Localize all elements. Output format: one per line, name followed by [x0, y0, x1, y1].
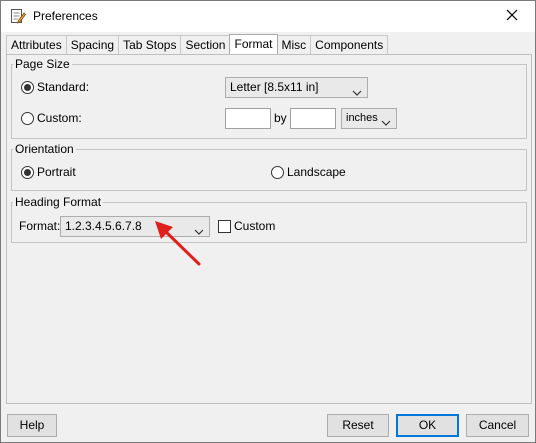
heading-format-select[interactable]: 1.2.3.4.5.6.7.8 — [60, 216, 210, 237]
title-bar: Preferences — [1, 1, 535, 32]
tab-section[interactable]: Section — [180, 35, 231, 54]
page-size-title: Page Size — [13, 57, 72, 71]
portrait-label: Portrait — [37, 165, 76, 179]
tab-misc[interactable]: Misc — [276, 35, 312, 54]
format-label: Format: — [19, 219, 61, 233]
unit-value: inches — [346, 112, 378, 124]
reset-button[interactable]: Reset — [327, 414, 389, 437]
standard-label: Standard: — [37, 80, 90, 94]
landscape-label: Landscape — [287, 165, 346, 179]
ok-button[interactable]: OK — [396, 414, 459, 437]
standard-radio[interactable] — [21, 81, 34, 94]
preferences-dialog: Preferences Attributes Spacing Tab Stops… — [0, 0, 536, 443]
tab-spacing[interactable]: Spacing — [65, 35, 120, 54]
heading-format-title: Heading Format — [13, 195, 104, 209]
tab-components[interactable]: Components — [310, 35, 389, 54]
unit-select[interactable]: inches — [341, 108, 397, 129]
chevron-down-icon — [352, 84, 362, 96]
document-edit-icon — [10, 8, 27, 24]
tab-tab-stops[interactable]: Tab Stops — [118, 35, 182, 54]
portrait-radio[interactable] — [21, 166, 34, 179]
help-button[interactable]: Help — [7, 414, 57, 437]
chevron-down-icon — [194, 223, 204, 235]
custom-width-input[interactable] — [225, 108, 271, 129]
cancel-button[interactable]: Cancel — [466, 414, 529, 437]
custom-format-checkbox[interactable] — [218, 220, 231, 233]
close-icon — [506, 9, 518, 24]
tab-attributes[interactable]: Attributes — [6, 35, 67, 54]
heading-format-group: Heading Format Format: 1.2.3.4.5.6.7.8 C… — [11, 195, 527, 243]
window-title: Preferences — [33, 9, 98, 23]
close-button[interactable] — [489, 1, 535, 32]
custom-size-label: Custom: — [37, 111, 82, 125]
custom-height-input[interactable] — [290, 108, 336, 129]
heading-format-value: 1.2.3.4.5.6.7.8 — [65, 219, 142, 233]
standard-size-select[interactable]: Letter [8.5x11 in] — [225, 77, 368, 98]
custom-size-radio[interactable] — [21, 112, 34, 125]
tab-format[interactable]: Format — [229, 34, 278, 54]
by-label: by — [274, 111, 287, 125]
standard-size-value: Letter [8.5x11 in] — [230, 80, 319, 94]
chevron-down-icon — [381, 115, 391, 126]
tab-strip: Attributes Spacing Tab Stops Section For… — [6, 34, 389, 54]
page-size-group: Page Size Standard: Letter [8.5x11 in] C… — [11, 57, 527, 139]
orientation-group: Orientation Portrait Landscape — [11, 142, 527, 191]
custom-format-label: Custom — [234, 219, 276, 233]
format-tab-panel: Page Size Standard: Letter [8.5x11 in] C… — [6, 54, 532, 404]
landscape-radio[interactable] — [271, 166, 284, 179]
orientation-title: Orientation — [13, 142, 76, 156]
